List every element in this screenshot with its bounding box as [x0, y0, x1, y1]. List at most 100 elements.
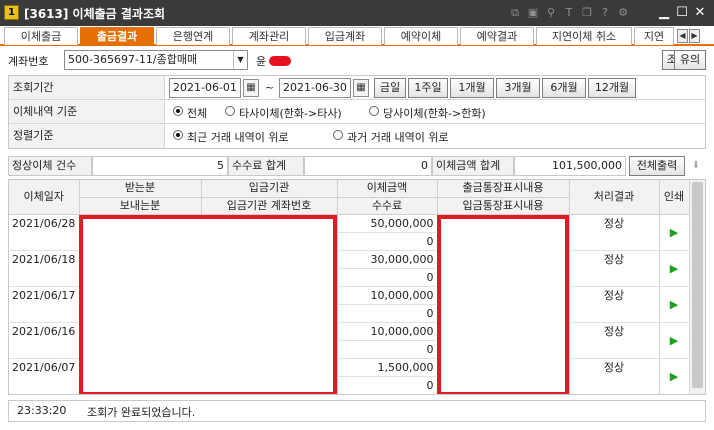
owner-name-redaction — [269, 56, 291, 66]
criteria-same-bank-radio[interactable] — [369, 106, 379, 116]
col-header-fee: 수수료 — [337, 197, 438, 215]
criteria-other-bank-radio[interactable] — [225, 106, 235, 116]
row-date: 2021/06/18 — [9, 249, 80, 287]
print-row-button[interactable]: ▶ — [659, 249, 690, 287]
fee-total-label: 수수료 합계 — [228, 156, 304, 176]
criteria-all-label: 전체 — [187, 107, 208, 120]
col-header-bank: 입금기관 — [201, 180, 338, 198]
tab-delayed-cancel[interactable]: 지연이체 취소 — [536, 27, 632, 45]
sort-label: 정렬기준 — [9, 124, 165, 148]
row-result: 정상 — [569, 321, 660, 359]
tab-account-manage[interactable]: 계좌관리 — [232, 27, 306, 45]
print-row-button[interactable]: ▶ — [659, 321, 690, 359]
col-header-date: 이체일자 — [9, 180, 80, 215]
amount-total-value: 101,500,000 — [514, 156, 626, 176]
row-result: 정상 — [569, 285, 660, 323]
criteria-row: 이체내역 기준 전체 타사이체(한화->타사) 당사이체(한화->한화) — [9, 100, 705, 124]
grid-scrollbar[interactable] — [689, 180, 705, 394]
status-bar: 23:33:20 조회가 완료되었습니다. — [8, 400, 706, 422]
period-1month-button[interactable]: 1개월 — [450, 78, 494, 98]
criteria-same-bank-label: 당사이체(한화->한화) — [383, 107, 486, 120]
window-title: [3613] 이체출금 결과조회 — [24, 7, 166, 21]
tab-reserved-transfer[interactable]: 예약이체 — [384, 27, 458, 45]
period-1week-button[interactable]: 1주일 — [408, 78, 448, 98]
tab-bank-link[interactable]: 은행연계 — [156, 27, 230, 45]
criteria-label: 이체내역 기준 — [9, 100, 165, 123]
col-header-withdraw-memo: 출금통장표시내용 — [437, 180, 570, 198]
tab-deposit-account[interactable]: 입금계좌 — [308, 27, 382, 45]
print-row-button[interactable]: ▶ — [659, 357, 690, 394]
row-date: 2021/06/16 — [9, 321, 80, 359]
grid-scrollbar-thumb[interactable] — [692, 182, 703, 388]
tab-delayed[interactable]: 지연 — [634, 27, 674, 45]
criteria-all-radio[interactable] — [173, 106, 183, 116]
col-header-amount: 이체금액 — [337, 180, 438, 198]
sort-recent-radio[interactable] — [173, 130, 183, 140]
col-header-sender: 보내는분 — [79, 197, 202, 215]
play-icon: ▶ — [669, 225, 679, 239]
recipient-redaction-box — [79, 215, 337, 394]
print-row-button[interactable]: ▶ — [659, 285, 690, 323]
fee-total-value: 0 — [304, 156, 432, 176]
close-icon[interactable]: ✕ — [692, 5, 708, 21]
date-to-input[interactable]: 2021-06-30 — [279, 78, 351, 98]
row-date: 2021/06/07 — [9, 357, 80, 394]
chevron-down-icon: ▼ — [233, 51, 247, 69]
account-select[interactable]: 500-365697-11/종합매매 ▼ — [64, 50, 248, 70]
settings-icon[interactable]: ⚙ — [616, 6, 630, 20]
sort-oldest-radio[interactable] — [333, 130, 343, 140]
row-amount: 1,500,000 — [337, 357, 438, 377]
play-icon: ▶ — [669, 369, 679, 383]
status-time: 23:33:20 — [17, 404, 67, 417]
row-result: 정상 — [569, 357, 660, 394]
row-result: 정상 — [569, 213, 660, 251]
period-label: 조회기간 — [9, 76, 165, 99]
screen-icon[interactable]: ▣ — [526, 6, 540, 20]
period-3month-button[interactable]: 3개월 — [496, 78, 540, 98]
row-fee: 0 — [337, 232, 438, 251]
range-separator: ~ — [265, 81, 275, 94]
play-icon: ▶ — [669, 333, 679, 347]
help-icon[interactable]: ? — [598, 6, 612, 20]
row-result: 정상 — [569, 249, 660, 287]
tab-reserved-result[interactable]: 예약결과 — [460, 27, 534, 45]
count-value: 5 — [92, 156, 228, 176]
sort-oldest-label: 과거 거래 내역이 위로 — [347, 131, 449, 144]
minimize-icon[interactable]: ▁ — [656, 5, 672, 21]
copy-icon[interactable]: ❐ — [580, 6, 594, 20]
row-fee: 0 — [337, 304, 438, 323]
amount-total-label: 이체금액 합계 — [432, 156, 514, 176]
period-row: 조회기간 2021-06-01 ▦ ~ 2021-06-30 ▦ 금일 1주일 … — [9, 76, 705, 100]
date-from-input[interactable]: 2021-06-01 — [169, 78, 241, 98]
link-icon[interactable]: ⧉ — [508, 6, 522, 20]
row-date: 2021/06/17 — [9, 285, 80, 323]
calendar-icon[interactable]: ▦ — [353, 79, 369, 97]
tab-withdraw-result[interactable]: 출금결과 — [80, 27, 154, 45]
pin-icon[interactable]: ⚲ — [544, 6, 558, 20]
calendar-icon[interactable]: ▦ — [243, 79, 259, 97]
tab-scroll-left-icon[interactable]: ◀ — [677, 29, 688, 43]
query-conditions: 조회기간 2021-06-01 ▦ ~ 2021-06-30 ▦ 금일 1주일 … — [8, 75, 706, 149]
account-value: 500-365697-11/종합매매 — [68, 53, 198, 66]
note-button[interactable]: 유의 — [674, 50, 706, 70]
row-amount: 30,000,000 — [337, 249, 438, 269]
summary-row: 정상이체 건수 5 수수료 합계 0 이체금액 합계 101,500,000 전… — [8, 155, 706, 177]
sort-recent-label: 최근 거래 내역이 위로 — [187, 131, 289, 144]
maximize-icon[interactable]: ☐ — [674, 5, 690, 21]
font-size-icon[interactable]: T — [562, 6, 576, 20]
row-date: 2021/06/28 — [9, 213, 80, 251]
app-icon: 1 — [4, 5, 19, 20]
print-all-button[interactable]: 전체출력 — [629, 156, 685, 176]
row-amount: 10,000,000 — [337, 285, 438, 305]
transfer-result-grid: 이체일자 받는분 입금기관 이체금액 출금통장표시내용 처리결과 인쇄 보내는분… — [8, 179, 706, 395]
period-today-button[interactable]: 금일 — [374, 78, 406, 98]
count-label: 정상이체 건수 — [8, 156, 92, 176]
period-6month-button[interactable]: 6개월 — [542, 78, 586, 98]
print-row-button[interactable]: ▶ — [659, 213, 690, 251]
tab-transfer[interactable]: 이체출금 — [4, 27, 78, 45]
row-fee: 0 — [337, 340, 438, 359]
row-fee: 0 — [337, 376, 438, 394]
period-12month-button[interactable]: 12개월 — [588, 78, 636, 98]
arrow-down-icon: ⬇ — [691, 160, 701, 171]
tab-scroll-right-icon[interactable]: ▶ — [689, 29, 700, 43]
